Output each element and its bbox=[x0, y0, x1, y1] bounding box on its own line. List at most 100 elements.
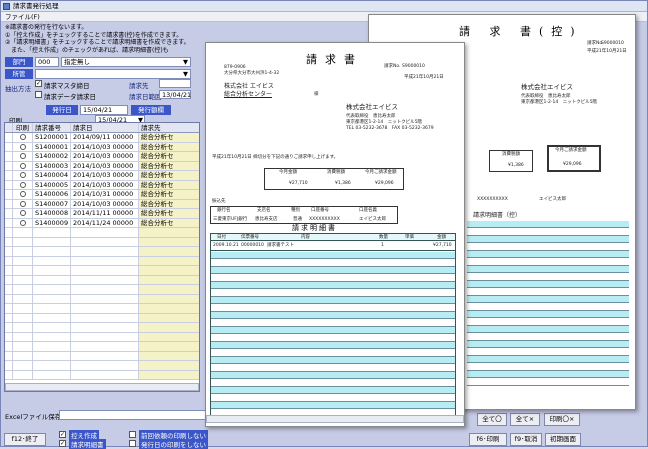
chevron-down-icon[interactable]: ▼ bbox=[183, 58, 188, 67]
preview-scrollbar[interactable] bbox=[206, 415, 464, 423]
print-radio[interactable] bbox=[19, 210, 26, 216]
row-selector bbox=[5, 266, 13, 275]
table-row[interactable]: S1400002 2014/10/03 00000 総合分析セ bbox=[5, 152, 199, 162]
empty-cell bbox=[33, 351, 71, 360]
col-print[interactable]: 印刷 bbox=[13, 123, 33, 132]
bank-v: XXXXXXXXXX bbox=[309, 217, 340, 222]
owner-select[interactable]: ▼ bbox=[35, 69, 191, 79]
detail-check-label: 請求明細書 bbox=[69, 439, 106, 449]
master-check[interactable]: ✓ bbox=[35, 80, 42, 87]
row-selector bbox=[5, 313, 13, 322]
print-radio-cell[interactable] bbox=[13, 180, 33, 189]
row-selector[interactable] bbox=[5, 218, 13, 227]
print-radio[interactable] bbox=[19, 219, 26, 226]
issue-date-field[interactable]: 15/04/21 bbox=[80, 105, 128, 115]
table-row[interactable]: S1400009 2014/11/24 00000 総合分析セ bbox=[5, 218, 199, 228]
bank-h: 口座番号 bbox=[311, 208, 329, 213]
empty-cell bbox=[33, 256, 71, 265]
client-cell: 総合分析セ bbox=[139, 133, 199, 142]
data-check[interactable] bbox=[35, 91, 42, 98]
greeting: 平成21年10月21日 締切分を下記の通りご請求申し上げます。 bbox=[212, 155, 339, 160]
detail-blank-row bbox=[211, 334, 455, 342]
empty-row bbox=[5, 237, 199, 247]
menu-file[interactable]: ファイル(F) bbox=[5, 13, 40, 21]
f9-cancel-button[interactable]: f9･取消 bbox=[510, 433, 542, 446]
range-field[interactable]: 13/04/21 bbox=[159, 90, 191, 99]
empty-cell bbox=[13, 323, 33, 332]
col-invoice-no[interactable]: 請求番号 bbox=[33, 123, 71, 132]
print-radio[interactable] bbox=[19, 143, 26, 150]
total-label: 今月ご請求金額 bbox=[365, 170, 397, 175]
print-radio[interactable] bbox=[19, 153, 26, 159]
prev-print-check[interactable] bbox=[129, 431, 136, 438]
empty-cell bbox=[13, 342, 33, 351]
f6-print-button[interactable]: f6･印刷 bbox=[469, 433, 507, 446]
copy-bank-holder: エイビス太郎 bbox=[539, 197, 566, 202]
detail-blank-row bbox=[211, 387, 455, 394]
print-radio-cell[interactable] bbox=[13, 152, 33, 161]
detail-blank-row bbox=[211, 357, 455, 364]
empty-cell bbox=[33, 275, 71, 284]
table-row[interactable]: S1400001 2014/10/03 00000 総合分析セ bbox=[5, 142, 199, 152]
print-radio-cell[interactable] bbox=[13, 218, 33, 227]
row-selector[interactable] bbox=[5, 199, 13, 208]
table-row[interactable]: S1400006 2014/10/31 00000 総合分析セ bbox=[5, 190, 199, 200]
invoice-no-cell: S1200001 bbox=[33, 133, 71, 142]
row-selector bbox=[5, 228, 13, 237]
table-row[interactable]: S1400004 2014/10/03 00000 総合分析セ bbox=[5, 171, 199, 181]
row-selector[interactable] bbox=[5, 142, 13, 151]
empty-cell bbox=[13, 247, 33, 256]
col-client[interactable]: 請求先 bbox=[139, 123, 199, 132]
print-radio-cell[interactable] bbox=[13, 133, 33, 142]
row-selector[interactable] bbox=[5, 171, 13, 180]
table-row[interactable]: S1400007 2014/10/03 00000 総合分析セ bbox=[5, 199, 199, 209]
row-selector[interactable] bbox=[5, 152, 13, 161]
dept-select[interactable]: 指定無し ▼ bbox=[61, 57, 191, 67]
print-radio-cell[interactable] bbox=[13, 209, 33, 218]
detail-blank-row bbox=[211, 364, 455, 372]
copy-check[interactable]: ✓ bbox=[59, 431, 66, 438]
print-radio[interactable] bbox=[19, 191, 26, 197]
total-value: ¥29,096 bbox=[375, 181, 394, 186]
col-invoice-date[interactable]: 請求日 bbox=[71, 123, 139, 132]
detail-check[interactable]: ✓ bbox=[59, 440, 66, 447]
table-row[interactable]: S1400008 2014/11/11 00000 総合分析セ bbox=[5, 209, 199, 219]
table-row[interactable]: S1400005 2014/10/03 00000 総合分析セ bbox=[5, 180, 199, 190]
date-field[interactable] bbox=[159, 79, 191, 88]
detail-cell: ¥27,710 bbox=[433, 243, 452, 248]
table-row[interactable]: S1200001 2014/09/11 00000 総合分析セ bbox=[5, 133, 199, 143]
row-selector[interactable] bbox=[5, 209, 13, 218]
print-radio-cell[interactable] bbox=[13, 161, 33, 170]
print-radio[interactable] bbox=[19, 200, 26, 207]
print-toggle-button[interactable]: 印刷〇× bbox=[544, 413, 580, 426]
f12-exit-button[interactable]: f12･終了 bbox=[4, 433, 46, 446]
dept-code-field[interactable]: 000 bbox=[35, 57, 59, 67]
detail-blank-row bbox=[211, 349, 455, 357]
row-selector bbox=[5, 294, 13, 303]
row-selector bbox=[5, 256, 13, 265]
print-radio-cell[interactable] bbox=[13, 142, 33, 151]
row-selector[interactable] bbox=[5, 161, 13, 170]
row-selector[interactable] bbox=[5, 190, 13, 199]
bank-h: 銀行名 bbox=[217, 208, 231, 213]
row-selector[interactable] bbox=[5, 180, 13, 189]
print-radio-cell[interactable] bbox=[13, 171, 33, 180]
all-on-button[interactable]: 全て〇 bbox=[477, 413, 507, 426]
all-off-button[interactable]: 全て× bbox=[510, 413, 540, 426]
print-radio[interactable] bbox=[19, 134, 26, 140]
row-selector[interactable] bbox=[5, 133, 13, 142]
copy-detail-row bbox=[467, 326, 629, 333]
detail-blank-row bbox=[211, 327, 455, 334]
horizontal-scrollbar[interactable] bbox=[5, 383, 199, 391]
detail-h: 内容 bbox=[301, 235, 310, 240]
table-row[interactable]: S1400003 2014/10/03 00000 総合分析セ bbox=[5, 161, 199, 171]
initial-screen-button[interactable]: 初期画面 bbox=[545, 433, 581, 446]
print-radio[interactable] bbox=[19, 181, 26, 188]
print-radio[interactable] bbox=[19, 162, 26, 169]
print-radio-cell[interactable] bbox=[13, 199, 33, 208]
chevron-down-icon[interactable]: ▼ bbox=[183, 70, 188, 79]
invoice-no-cell: S1400007 bbox=[33, 199, 71, 208]
print-radio-cell[interactable] bbox=[13, 190, 33, 199]
issue-print-check[interactable] bbox=[129, 440, 136, 447]
print-radio[interactable] bbox=[19, 172, 26, 178]
